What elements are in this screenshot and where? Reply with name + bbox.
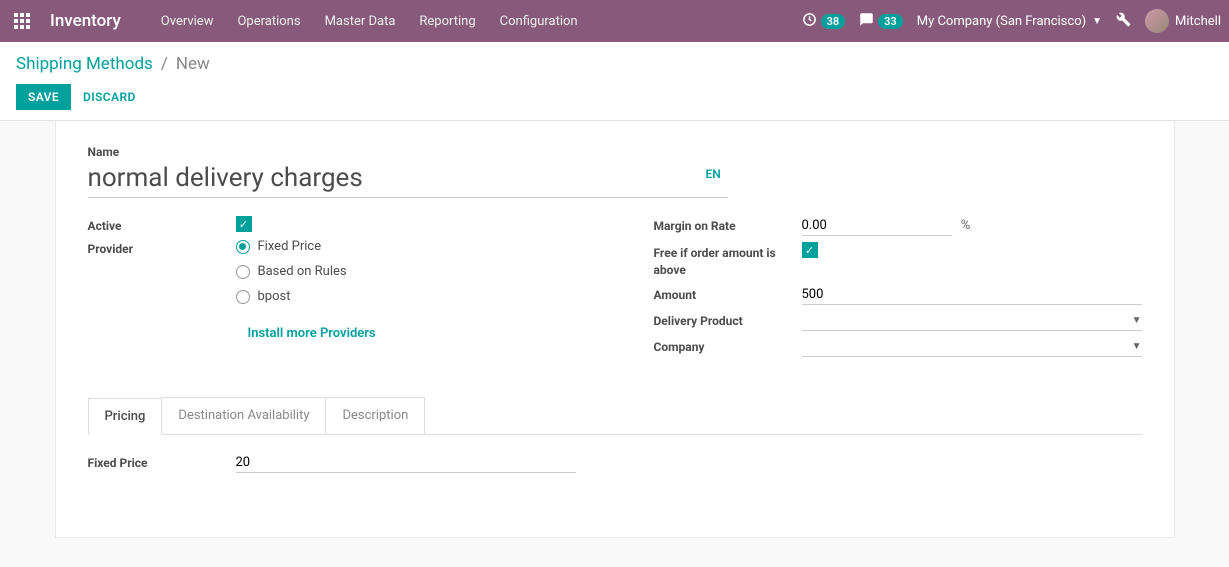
messages-button[interactable]: 33 — [859, 12, 903, 31]
active-label: Active — [88, 216, 236, 233]
name-input[interactable] — [88, 161, 728, 198]
active-checkbox[interactable]: ✓ — [236, 216, 252, 232]
nav-menu: Overview Operations Master Data Reportin… — [149, 2, 590, 41]
provider-radio-fixed[interactable]: Fixed Price — [236, 239, 574, 254]
company-name: My Company (San Francisco) — [917, 14, 1086, 29]
fixed-price-label: Fixed Price — [88, 453, 236, 470]
name-label: Name — [88, 145, 1142, 159]
top-nav: Inventory Overview Operations Master Dat… — [0, 0, 1229, 42]
tab-pricing[interactable]: Pricing — [88, 398, 163, 435]
control-panel: Shipping Methods / New SAVE DISCARD — [0, 42, 1229, 121]
nav-overview[interactable]: Overview — [149, 2, 226, 41]
clock-icon — [802, 12, 817, 31]
chevron-down-icon: ▼ — [1132, 315, 1142, 326]
company-select[interactable]: ▼ — [802, 337, 1142, 357]
radio-icon — [236, 265, 250, 279]
margin-label: Margin on Rate — [654, 216, 802, 233]
user-name: Mitchell — [1175, 14, 1221, 29]
company-label: Company — [654, 337, 802, 354]
amount-label: Amount — [654, 285, 802, 302]
right-column: Margin on Rate % Free if order amount is… — [654, 216, 1142, 363]
provider-radio-bpost[interactable]: bpost — [236, 289, 574, 304]
margin-unit: % — [961, 218, 971, 233]
breadcrumb: Shipping Methods / New — [16, 54, 1213, 74]
chat-icon — [859, 12, 874, 31]
company-input[interactable] — [802, 339, 1132, 354]
nav-reporting[interactable]: Reporting — [407, 2, 487, 41]
margin-input[interactable] — [802, 216, 952, 236]
left-column: Active ✓ Provider Fixed Price — [88, 216, 574, 363]
delivery-product-input[interactable] — [802, 313, 1132, 328]
apps-icon[interactable] — [8, 7, 36, 35]
company-switcher[interactable]: My Company (San Francisco) ▼ — [917, 14, 1102, 29]
tab-panel-pricing: Fixed Price — [88, 434, 1142, 497]
chevron-down-icon: ▼ — [1132, 341, 1142, 352]
provider-fixed-label: Fixed Price — [258, 239, 322, 254]
nav-configuration[interactable]: Configuration — [488, 2, 590, 41]
provider-radio-rules[interactable]: Based on Rules — [236, 264, 574, 279]
provider-bpost-label: bpost — [258, 289, 291, 304]
translate-button[interactable]: EN — [706, 167, 721, 181]
activities-button[interactable]: 38 — [802, 12, 846, 31]
free-if-label: Free if order amount is above — [654, 242, 802, 279]
messages-badge: 33 — [878, 14, 903, 29]
form-sheet: Name EN Active ✓ Provider — [55, 121, 1175, 538]
provider-label: Provider — [88, 239, 236, 256]
action-buttons: SAVE DISCARD — [16, 84, 1213, 110]
tab-description[interactable]: Description — [325, 397, 425, 434]
discard-button[interactable]: DISCARD — [83, 90, 136, 104]
delivery-product-select[interactable]: ▼ — [802, 311, 1142, 331]
radio-icon — [236, 290, 250, 304]
amount-input[interactable] — [802, 285, 1142, 305]
breadcrumb-separator: / — [161, 54, 168, 74]
breadcrumb-current: New — [176, 54, 210, 74]
chevron-down-icon: ▼ — [1092, 16, 1102, 27]
provider-rules-label: Based on Rules — [258, 264, 347, 279]
nav-right: 38 33 My Company (San Francisco) ▼ Mitch… — [802, 9, 1221, 33]
user-menu[interactable]: Mitchell — [1145, 9, 1221, 33]
breadcrumb-parent[interactable]: Shipping Methods — [16, 54, 153, 74]
notebook-tabs: Pricing Destination Availability Descrip… — [88, 397, 1142, 434]
tab-destination-availability[interactable]: Destination Availability — [161, 397, 326, 434]
save-button[interactable]: SAVE — [16, 84, 71, 110]
avatar — [1145, 9, 1169, 33]
debug-icon[interactable] — [1116, 12, 1131, 31]
install-providers-link[interactable]: Install more Providers — [236, 326, 376, 341]
delivery-product-label: Delivery Product — [654, 311, 802, 328]
nav-master-data[interactable]: Master Data — [313, 2, 408, 41]
nav-operations[interactable]: Operations — [225, 2, 312, 41]
fixed-price-input[interactable] — [236, 453, 576, 473]
radio-icon — [236, 240, 250, 254]
free-if-checkbox[interactable]: ✓ — [802, 242, 818, 258]
app-title[interactable]: Inventory — [50, 11, 121, 31]
activities-badge: 38 — [821, 14, 846, 29]
